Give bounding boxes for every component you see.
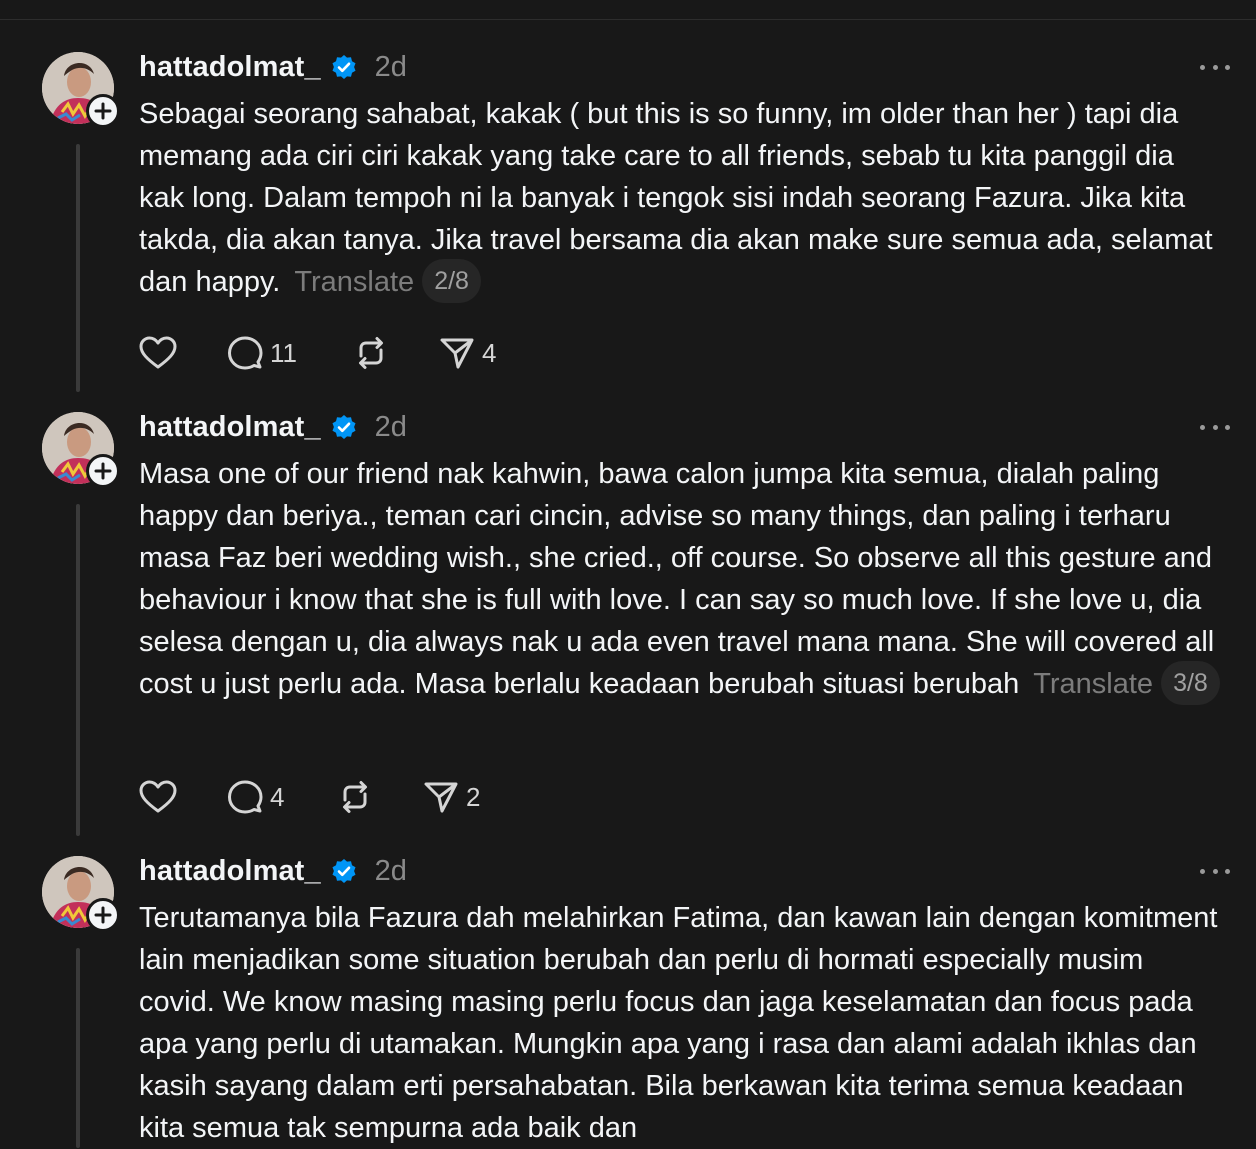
post-text-content: Masa one of our friend nak kahwin, bawa … [139, 458, 1215, 700]
username[interactable]: hattadolmat_ [139, 411, 321, 444]
more-dot [1212, 424, 1218, 430]
share-button[interactable]: 4 [439, 333, 496, 373]
top-divider [0, 19, 1256, 20]
verified-badge-icon [332, 55, 356, 79]
verified-badge-icon [332, 415, 356, 439]
reply-button[interactable]: 11 [227, 333, 353, 373]
post-text-content: Terutamanya bila Fazura dah melahirkan F… [139, 902, 1218, 1144]
plus-icon [94, 462, 112, 480]
username[interactable]: hattadolmat_ [139, 855, 321, 888]
thread-line [76, 948, 80, 1148]
thread-line [76, 504, 80, 836]
send-icon [440, 338, 474, 369]
post-actions: 4 2 [139, 777, 480, 817]
heart-icon [139, 336, 177, 369]
more-options-button[interactable] [1200, 52, 1230, 82]
more-options-icon [1200, 868, 1205, 874]
post-text: Masa one of our friend nak kahwin, bawa … [139, 453, 1224, 707]
avatar[interactable] [42, 856, 120, 932]
post-actions: 11 4 [139, 333, 496, 373]
repost-icon [359, 337, 383, 369]
follow-button[interactable] [86, 898, 120, 932]
follow-button[interactable] [86, 454, 120, 488]
post-header: hattadolmat_ 2d [139, 50, 407, 84]
avatar[interactable] [42, 412, 120, 488]
share-count: 2 [466, 781, 481, 812]
follow-button[interactable] [86, 94, 120, 128]
repost-icon [343, 781, 367, 813]
more-options-button[interactable] [1200, 412, 1230, 442]
more-dot [1212, 868, 1218, 874]
post-text: Terutamanya bila Fazura dah melahirkan F… [139, 897, 1224, 1149]
reply-count: 11 [270, 337, 297, 368]
more-dot [1225, 868, 1230, 874]
post-text: Sebagai seorang sahabat, kakak ( but thi… [139, 93, 1224, 305]
reply-count: 4 [270, 781, 285, 812]
comment-icon [228, 780, 263, 814]
like-button[interactable] [139, 777, 227, 817]
thread-counter: 2/8 [422, 259, 481, 304]
post-header: hattadolmat_ 2d [139, 410, 407, 444]
share-count: 4 [482, 337, 497, 368]
verified-badge-icon [332, 859, 356, 883]
translate-link[interactable]: Translate [1033, 668, 1153, 700]
more-dot [1212, 64, 1218, 70]
thread-line [76, 144, 80, 392]
send-icon [424, 782, 458, 813]
plus-icon [94, 906, 112, 924]
more-options-icon [1200, 424, 1205, 430]
more-options-icon [1200, 64, 1205, 70]
more-dot [1225, 424, 1230, 430]
share-button[interactable]: 2 [423, 777, 480, 817]
more-dot [1225, 64, 1230, 70]
avatar[interactable] [42, 52, 120, 128]
repost-button[interactable] [353, 333, 439, 373]
translate-link[interactable]: Translate [294, 266, 414, 298]
thread-counter: 3/8 [1161, 661, 1220, 706]
post-header: hattadolmat_ 2d [139, 854, 407, 888]
post-time: 2d [374, 50, 407, 83]
like-button[interactable] [139, 333, 227, 373]
post-time: 2d [374, 854, 407, 887]
username[interactable]: hattadolmat_ [139, 51, 321, 84]
repost-button[interactable] [337, 777, 423, 817]
plus-icon [94, 102, 112, 120]
more-options-button[interactable] [1200, 856, 1230, 886]
heart-icon [139, 780, 177, 813]
comment-icon [228, 336, 263, 370]
post-time: 2d [374, 410, 407, 443]
reply-button[interactable]: 4 [227, 777, 337, 817]
